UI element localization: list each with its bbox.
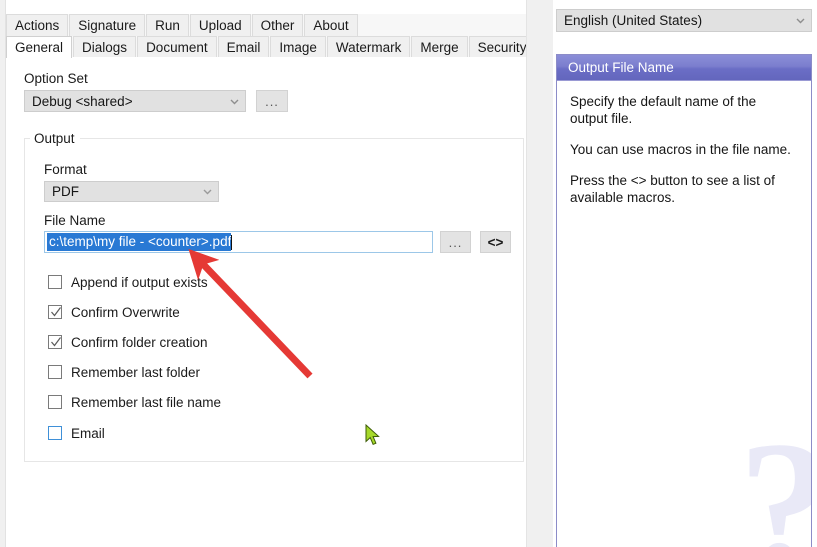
file-name-label: File Name	[44, 213, 106, 228]
tab-signature[interactable]: Signature	[69, 14, 146, 36]
language-value: English (United States)	[564, 13, 703, 28]
option-set-label: Option Set	[24, 71, 88, 86]
format-combo[interactable]: PDF	[44, 181, 219, 202]
checkbox-box	[48, 426, 62, 440]
checkbox-remember-last-file-name[interactable]: Remember last file name	[48, 393, 221, 411]
help-paragraph: You can use macros in the file name.	[570, 142, 791, 157]
pane-splitter[interactable]	[526, 0, 554, 547]
checkbox-box	[48, 305, 62, 319]
output-groupbox-title: Output	[30, 131, 80, 146]
option-set-combo[interactable]: Debug <shared>	[24, 90, 246, 112]
tab-general[interactable]: General	[6, 36, 73, 58]
language-combo[interactable]: English (United States)	[556, 9, 812, 32]
help-paragraph: Specify the default name of the output f…	[570, 94, 757, 126]
tab-document[interactable]: Document	[137, 36, 217, 58]
help-panel-header: Output File Name	[557, 55, 811, 81]
file-name-input[interactable]: c:\temp\my file - <counter>.pdf	[44, 231, 433, 253]
macro-list-button[interactable]: <>	[480, 231, 511, 253]
checkbox-label: Remember last file name	[71, 394, 222, 410]
checkbox-label: Remember last folder	[71, 364, 201, 380]
format-value: PDF	[52, 184, 79, 199]
option-set-browse-button[interactable]: ...	[256, 90, 288, 112]
chevron-down-icon	[196, 185, 218, 198]
checkbox-remember-last-folder[interactable]: Remember last folder	[48, 363, 200, 381]
tab-dialogs[interactable]: Dialogs	[73, 36, 137, 58]
tab-upload[interactable]: Upload	[189, 14, 251, 36]
checkbox-append-if-output-exists[interactable]: Append if output exists	[48, 273, 208, 291]
option-set-value: Debug <shared>	[32, 93, 133, 109]
chevron-down-icon	[789, 14, 811, 27]
tab-merge[interactable]: Merge	[411, 36, 468, 58]
tab-row-primary: Actions Signature Run Upload Other About	[6, 14, 359, 36]
checkbox-label: Append if output exists	[71, 274, 208, 290]
chevron-down-icon	[223, 95, 245, 108]
help-panel-body: Specify the default name of the output f…	[557, 81, 811, 206]
application-window: Actions Signature Run Upload Other About…	[0, 0, 817, 547]
checkbox-confirm-folder-creation[interactable]: Confirm folder creation	[48, 333, 208, 351]
text-caret	[231, 234, 233, 250]
file-name-browse-button[interactable]: ...	[440, 231, 471, 253]
tab-strip-underline	[6, 57, 526, 58]
tab-email[interactable]: Email	[217, 36, 270, 58]
checkbox-confirm-overwrite[interactable]: Confirm Overwrite	[48, 303, 180, 321]
checkmark-icon	[51, 307, 61, 317]
checkbox-label: Email	[71, 425, 105, 441]
help-panel: Output File Name ? Specify the default n…	[556, 54, 812, 547]
tab-row-secondary: General Dialogs Document Email Image Wat…	[6, 36, 536, 58]
question-mark-watermark-icon: ?	[738, 413, 811, 547]
format-label: Format	[44, 162, 87, 177]
checkbox-box	[48, 275, 62, 289]
checkbox-box	[48, 395, 62, 409]
tab-about[interactable]: About	[304, 14, 358, 36]
checkbox-label: Confirm folder creation	[71, 334, 208, 350]
tab-other[interactable]: Other	[251, 14, 304, 36]
checkbox-box	[48, 365, 62, 379]
checkbox-email[interactable]: Email	[48, 424, 105, 442]
tab-run[interactable]: Run	[146, 14, 189, 36]
checkbox-label: Confirm Overwrite	[71, 304, 180, 320]
checkbox-box	[48, 335, 62, 349]
help-panel-title: Output File Name	[568, 60, 674, 75]
tab-watermark[interactable]: Watermark	[326, 36, 411, 58]
help-paragraph: Press the <> button to see a list of ava…	[570, 173, 775, 205]
file-name-value: c:\temp\my file - <counter>.pdf	[47, 233, 232, 251]
tab-image[interactable]: Image	[270, 36, 326, 58]
left-pane: Actions Signature Run Upload Other About…	[6, 0, 536, 547]
checkmark-icon	[51, 337, 61, 347]
tab-actions[interactable]: Actions	[6, 14, 69, 36]
